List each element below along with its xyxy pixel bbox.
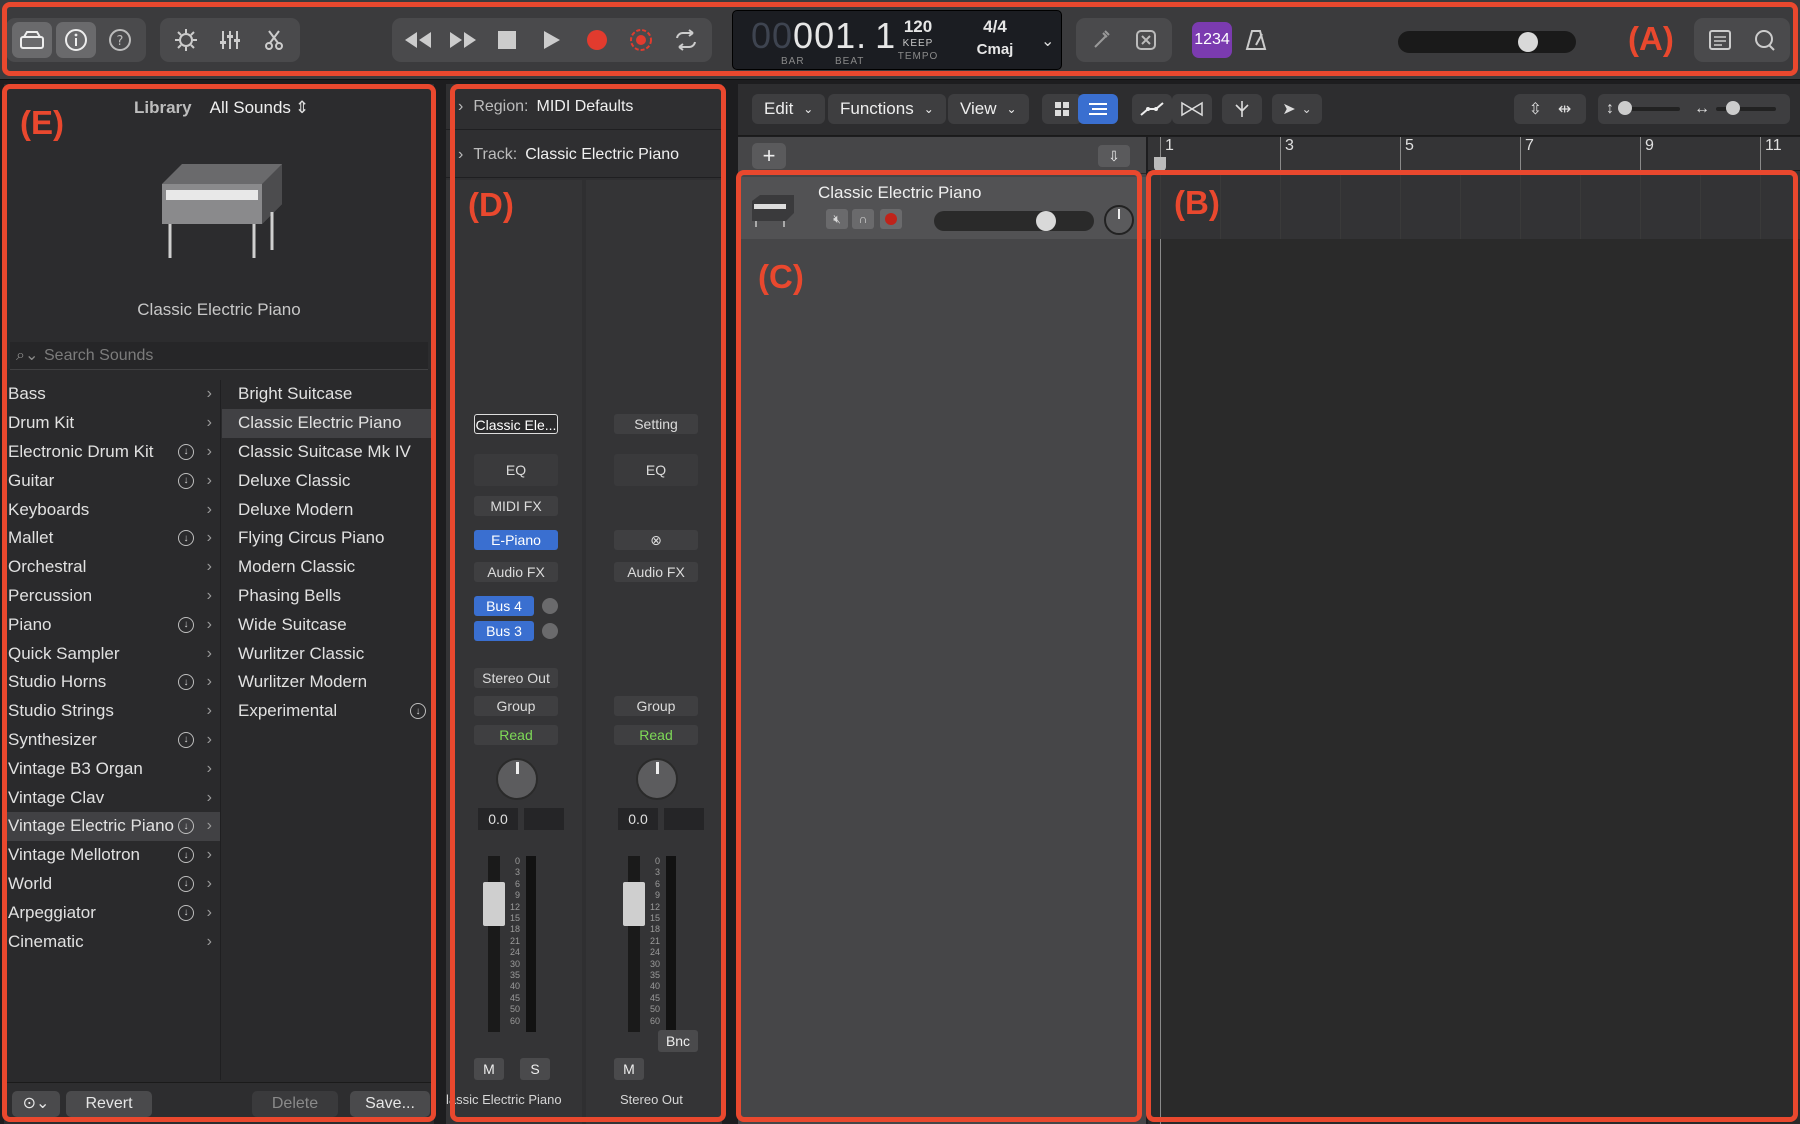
ruler[interactable]: 1 3 5 7 9 11 xyxy=(1148,137,1800,171)
view-menu[interactable]: View ⌄ xyxy=(948,94,1029,124)
callout-c-box xyxy=(736,170,1142,1122)
zoom-sliders[interactable]: ↕ ↔ xyxy=(1598,94,1790,124)
vertical-zoom-icon: ↕ xyxy=(1606,100,1614,117)
list-view-button[interactable] xyxy=(1078,94,1118,124)
vertical-zoom-slider[interactable] xyxy=(1618,101,1680,115)
ruler-bar-number: 3 xyxy=(1280,137,1294,171)
callout-a-box xyxy=(2,2,1798,76)
list-icon xyxy=(1089,103,1107,115)
ruler-bar-number: 5 xyxy=(1400,137,1414,171)
global-tracks-icon[interactable]: ⇩ xyxy=(1098,145,1130,167)
add-track-button[interactable]: + xyxy=(752,143,786,169)
ruler-bar-number: 9 xyxy=(1640,137,1654,171)
callout-e-box xyxy=(2,84,436,1122)
tracks-toolbar: Edit ⌄ Functions ⌄ View ⌄ ➤ ⌄ ⇳ ⇹ ↕ ↔ xyxy=(738,84,1800,136)
slider-knob[interactable] xyxy=(1618,101,1632,115)
chevron-down-icon: ⌄ xyxy=(1301,102,1312,116)
callout-d-label: (D) xyxy=(468,186,514,223)
tool-menu[interactable]: ➤ ⌄ xyxy=(1272,94,1322,124)
grid-view-button[interactable] xyxy=(1042,94,1082,124)
chevron-down-icon: ⌄ xyxy=(923,102,934,116)
callout-c-label: (C) xyxy=(758,258,804,295)
callout-b-label: (B) xyxy=(1174,184,1220,221)
pointer-icon: ➤ xyxy=(1282,101,1296,118)
catch-button[interactable] xyxy=(1222,94,1262,124)
view-label: View xyxy=(960,99,997,118)
chevron-down-icon: ⌄ xyxy=(803,102,814,116)
vertical-zoom-fit-icon: ⇳ xyxy=(1528,101,1542,118)
callout-d-box xyxy=(450,84,726,1122)
catch-icon xyxy=(1235,101,1249,117)
flex-icon xyxy=(1181,101,1203,117)
edit-label: Edit xyxy=(764,99,794,118)
horizontal-zoom-icon: ↔ xyxy=(1694,100,1710,117)
zoom-fit-buttons[interactable]: ⇳ ⇹ xyxy=(1514,94,1586,124)
playhead-handle[interactable] xyxy=(1154,157,1166,171)
callout-b-box xyxy=(1146,170,1798,1122)
functions-menu[interactable]: Functions ⌄ xyxy=(828,94,946,124)
ruler-bar-number: 11 xyxy=(1760,137,1782,171)
automation-button[interactable] xyxy=(1132,94,1172,124)
horizontal-zoom-fit-icon: ⇹ xyxy=(1558,101,1572,118)
callout-e-label: (E) xyxy=(20,104,64,141)
slider-knob[interactable] xyxy=(1726,101,1740,115)
functions-label: Functions xyxy=(840,99,914,118)
grid-icon xyxy=(1055,102,1069,116)
ruler-bar-number: 7 xyxy=(1520,137,1534,171)
automation-icon xyxy=(1140,102,1164,116)
callout-a-label: (A) xyxy=(1628,20,1674,57)
edit-menu[interactable]: Edit ⌄ xyxy=(752,94,826,124)
horizontal-zoom-slider[interactable] xyxy=(1716,101,1776,115)
flex-button[interactable] xyxy=(1172,94,1212,124)
chevron-down-icon: ⌄ xyxy=(1006,102,1017,116)
